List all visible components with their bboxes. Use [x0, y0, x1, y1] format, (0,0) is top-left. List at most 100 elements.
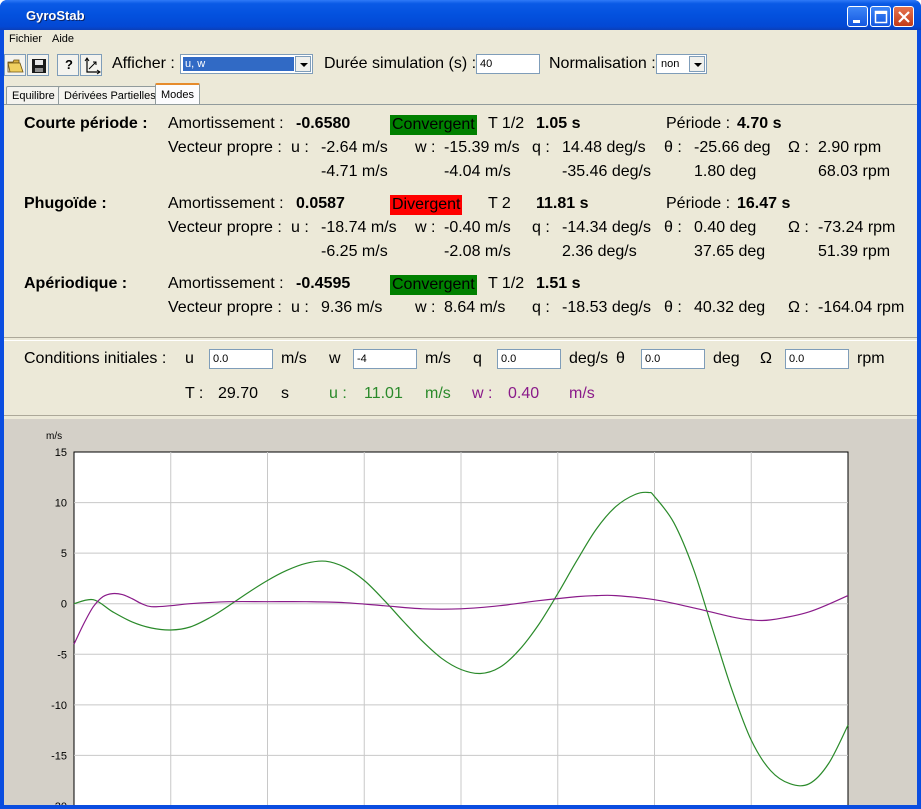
y-tick-label: 10 [55, 498, 67, 510]
save-button[interactable] [27, 54, 49, 76]
y-tick-labels: 15 10 5 0 -5 -10 -15 -20 [51, 447, 67, 809]
client-area: Fichier Aide ? Afficher: u, w Durée sim… [4, 30, 917, 809]
ph-om1: -73.24 rpm [818, 219, 896, 236]
init-w-label: w [329, 350, 341, 367]
ph-u2: -6.25 m/s [321, 243, 388, 260]
init-q-label: q [473, 350, 482, 367]
ph-u1: -18.74 m/s [321, 219, 397, 236]
u-symbol: u : [291, 219, 309, 236]
minimize-button[interactable] [847, 6, 868, 27]
cp-q2: -35.46 deg/s [562, 163, 651, 180]
vecteur-propre-label: Vecteur propre : [168, 299, 282, 316]
cp-th1: -25.66 deg [694, 139, 771, 156]
menu-fichier[interactable]: Fichier [9, 33, 42, 45]
u-symbol: u : [291, 299, 309, 316]
y-tick-label: -20 [51, 801, 67, 805]
help-button[interactable]: ? [57, 54, 79, 76]
cp-amort-value: -0.6580 [296, 115, 351, 132]
help-label: ? [65, 57, 73, 72]
cp-periode-value: 4.70 s [737, 115, 782, 132]
amortissement-label: Amortissement : [168, 115, 284, 132]
ph-periode-value: 16.47 s [737, 195, 791, 212]
y-tick-label: -10 [51, 700, 67, 712]
init-w-input[interactable] [353, 349, 417, 369]
cursor-t-unit: s [281, 385, 289, 402]
mode-name-phugoide: Phugoïde : [24, 195, 107, 212]
cp-u2: -4.71 m/s [321, 163, 388, 180]
chevron-down-icon[interactable] [689, 56, 705, 72]
y-tick-label: -5 [57, 649, 67, 661]
maximize-button[interactable] [870, 6, 891, 27]
cursor-t-label: T : [185, 385, 204, 402]
tab-derivees-partielles[interactable]: Dérivées Partielles [58, 86, 162, 105]
y-axis-label: m/s [46, 431, 62, 442]
normalisation-label: Normalisation : [549, 55, 656, 72]
cp-t-label: T 1/2 [488, 115, 525, 132]
mode-name-courte-periode: Courte période : [24, 115, 148, 132]
init-q-unit: deg/s [569, 350, 609, 367]
ph-w2: -2.08 m/s [444, 243, 511, 260]
save-disk-icon [32, 59, 46, 73]
tab-modes[interactable]: Modes [155, 83, 201, 105]
axes-button[interactable] [80, 54, 102, 76]
init-omega-label: Ω [760, 350, 772, 367]
title-bar[interactable]: GyroStab [0, 0, 921, 30]
cp-status-badge: Convergent [390, 115, 477, 135]
afficher-label: Afficher : [112, 55, 175, 72]
w-symbol: w : [415, 219, 436, 236]
q-symbol: q : [532, 299, 550, 316]
close-icon [898, 11, 910, 23]
periode-label: Période : [666, 195, 731, 212]
tab-equilibre[interactable]: Equilibre [6, 86, 61, 105]
omega-symbol: Ω : [788, 219, 809, 236]
normalisation-select[interactable]: non [656, 54, 707, 74]
ap-t-label: T 1/2 [488, 275, 525, 292]
minimize-icon [853, 20, 860, 23]
cursor-w-label: w : [472, 385, 493, 402]
initial-conditions-panel: Conditions initiales : u m/s w m/s q deg… [4, 340, 917, 416]
init-omega-input[interactable] [785, 349, 849, 369]
q-symbol: q : [532, 139, 550, 156]
close-button[interactable] [893, 6, 914, 27]
cp-w1: -15.39 m/s [444, 139, 520, 156]
axes-arrow-icon [84, 57, 101, 75]
ph-t-label: T 2 [488, 195, 511, 212]
ph-amort-value: 0.0587 [296, 195, 345, 212]
w-symbol: w : [415, 139, 436, 156]
duree-label: Durée simulation (s) : [324, 55, 477, 72]
ph-w1: -0.40 m/s [444, 219, 511, 236]
afficher-select[interactable]: u, w [180, 54, 313, 74]
ap-t-value: 1.51 s [536, 275, 581, 292]
duree-input[interactable] [476, 54, 540, 74]
periode-label: Période : [666, 115, 731, 132]
ph-q2: 2.36 deg/s [562, 243, 637, 260]
y-tick-label: 0 [61, 599, 67, 611]
modes-panel: Courte période : Amortissement : -0.6580… [4, 104, 917, 338]
window-title: GyroStab [26, 8, 85, 23]
mode-name-aperiodique: Apériodique : [24, 275, 128, 292]
u-symbol: u : [291, 139, 309, 156]
init-u-input[interactable] [209, 349, 273, 369]
cp-u1: -2.64 m/s [321, 139, 388, 156]
omega-symbol: Ω : [788, 139, 809, 156]
open-folder-icon [7, 59, 24, 73]
ap-u1: 9.36 m/s [321, 299, 383, 316]
init-theta-input[interactable] [641, 349, 705, 369]
theta-symbol: θ : [664, 299, 682, 316]
theta-symbol: θ : [664, 139, 682, 156]
response-chart[interactable]: 151050-5-10-15-20 0510152025303540 m/s [4, 419, 917, 809]
init-q-input[interactable] [497, 349, 561, 369]
cursor-t-value: 29.70 [218, 385, 259, 402]
init-theta-label: θ [616, 350, 625, 367]
cursor-u-value: 11.01 [364, 385, 403, 402]
menu-aide[interactable]: Aide [52, 33, 74, 45]
y-tick-label: 5 [61, 548, 67, 560]
cp-th2: 1.80 deg [694, 163, 757, 180]
chevron-down-icon[interactable] [295, 56, 311, 72]
w-symbol: w : [415, 299, 436, 316]
ph-om2: 51.39 rpm [818, 243, 891, 260]
init-u-unit: m/s [281, 350, 307, 367]
open-button[interactable] [4, 54, 26, 76]
normalisation-value: non [661, 58, 680, 70]
ap-status-badge: Convergent [390, 275, 477, 295]
